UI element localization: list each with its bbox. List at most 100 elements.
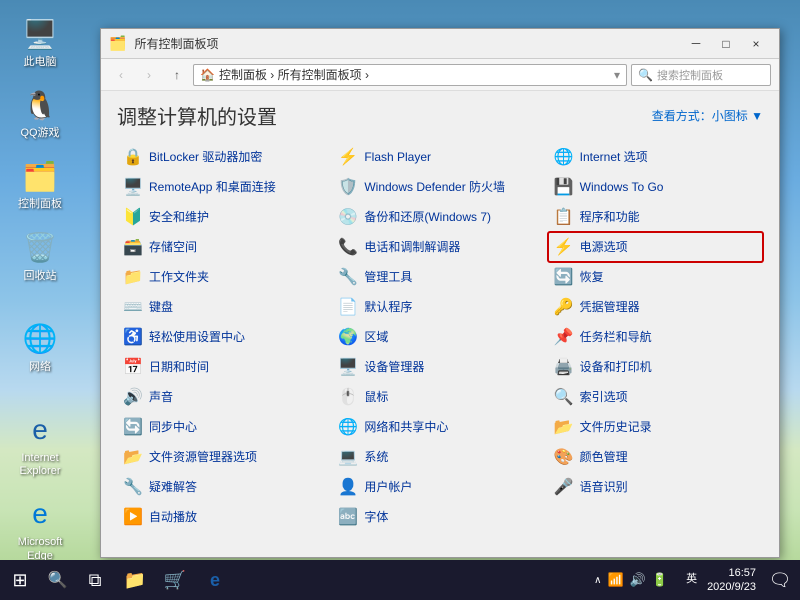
desktop-icon-network[interactable]: 🌐 网络 (4, 315, 76, 378)
cp-item-remoteapp[interactable]: 🖥️RemoteApp 和桌面连接 (117, 172, 332, 202)
computer-icon: 🖥️ (20, 14, 60, 54)
desktop-icon-ie[interactable]: e Internet Explorer (4, 406, 76, 482)
desktop-icon-recycle[interactable]: 🗑️ 回收站 (4, 224, 76, 287)
cp-item-phone[interactable]: 📞电话和调制解调器 (332, 232, 547, 262)
cp-item-bitlocker[interactable]: 🔒BitLocker 驱动器加密 (117, 142, 332, 172)
cp-item-flash[interactable]: ⚡Flash Player (332, 142, 547, 172)
tray-volume-icon[interactable]: 🔊 (630, 572, 646, 588)
store-button[interactable]: 🛒 (155, 560, 195, 600)
cp-item-storage[interactable]: 🗃️存储空间 (117, 232, 332, 262)
cp-item-devices[interactable]: 🖨️设备和打印机 (548, 352, 763, 382)
notification-button[interactable]: 🗨 (768, 560, 792, 600)
phone-icon: 📞 (338, 237, 358, 257)
window-title-text: 所有控制面板项 (134, 35, 677, 52)
tray-network-icon[interactable]: 📶 (608, 572, 624, 588)
workfolder-label: 工作文件夹 (149, 270, 209, 284)
cp-item-indexoptions[interactable]: 🔍索引选项 (548, 382, 763, 412)
ie-taskbar-icon: e (210, 570, 220, 591)
start-button[interactable]: ⊞ (0, 560, 40, 600)
maximize-button[interactable]: □ (711, 34, 741, 54)
cp-item-taskbar[interactable]: 📌任务栏和导航 (548, 322, 763, 352)
cp-item-windowstogo[interactable]: 💾Windows To Go (548, 172, 763, 202)
language-indicator[interactable]: 英 (680, 573, 703, 586)
remoteapp-icon: 🖥️ (123, 177, 143, 197)
synccenter-icon: 🔄 (123, 417, 143, 437)
cp-item-font[interactable]: 🔤字体 (332, 502, 547, 532)
tools-icon: 🔧 (338, 267, 358, 287)
colormgmt-icon: 🎨 (554, 447, 574, 467)
cp-item-mouse[interactable]: 🖱️鼠标 (332, 382, 547, 412)
troubleshoot-icon: 🔧 (123, 477, 143, 497)
tray-expand-icon[interactable]: ∧ (594, 575, 601, 586)
up-button[interactable]: ↑ (165, 63, 189, 87)
tray-battery-icon[interactable]: 🔋 (652, 572, 668, 588)
network-icon: 🌐 (20, 319, 60, 359)
mouse-icon: 🖱️ (338, 387, 358, 407)
cp-item-sound[interactable]: 🔊声音 (117, 382, 332, 412)
cp-item-backup[interactable]: 💿备份和还原(Windows 7) (332, 202, 547, 232)
file-explorer-button[interactable]: 📁 (115, 560, 155, 600)
cp-item-internet[interactable]: 🌐Internet 选项 (548, 142, 763, 172)
desktop-icon-qq[interactable]: 🐧 QQ游戏 (4, 81, 76, 144)
cp-grid: 🔒BitLocker 驱动器加密⚡Flash Player🌐Internet 选… (117, 142, 763, 532)
desktop-icon-area: 🖥️ 此电脑 🐧 QQ游戏 🗂️ 控制面板 🗑️ 回收站 🌐 网络 e Inte… (0, 0, 80, 577)
cp-item-easycenter[interactable]: ♿轻松使用设置中心 (117, 322, 332, 352)
power-icon: ⚡ (554, 237, 574, 257)
workfolder-icon: 📁 (123, 267, 143, 287)
desktop-icon-edge[interactable]: e Microsoft Edge (4, 490, 76, 566)
region-label: 区域 (364, 330, 388, 344)
desktop-icon-controlpanel[interactable]: 🗂️ 控制面板 (4, 152, 76, 215)
windowstogo-icon: 💾 (554, 177, 574, 197)
taskbar-search-button[interactable]: 🔍 (40, 560, 75, 600)
ie-label: Internet Explorer (8, 452, 72, 478)
cp-item-programs[interactable]: 📋程序和功能 (548, 202, 763, 232)
close-button[interactable]: × (741, 34, 771, 54)
notification-icon: 🗨 (769, 570, 792, 591)
cp-item-speech[interactable]: 🎤语音识别 (548, 472, 763, 502)
font-icon: 🔤 (338, 507, 358, 527)
taskbar-label: 任务栏和导航 (580, 330, 652, 344)
taskbar-clock[interactable]: 16:57 2020/9/23 (707, 566, 764, 595)
cp-item-autoplay[interactable]: ▶️自动播放 (117, 502, 332, 532)
network2-label: 网络和共享中心 (364, 420, 448, 434)
desktop-icon-computer[interactable]: 🖥️ 此电脑 (4, 10, 76, 73)
cp-item-troubleshoot[interactable]: 🔧 疑难解答 (117, 472, 332, 502)
cp-item-colormgmt[interactable]: 🎨颜色管理 (548, 442, 763, 472)
cp-item-security[interactable]: 🔰安全和维护 (117, 202, 332, 232)
cp-item-power[interactable]: ⚡电源选项 (548, 232, 763, 262)
cp-item-workfolder[interactable]: 📁 工作文件夹 (117, 262, 332, 292)
cp-item-defaults[interactable]: 📄默认程序 (332, 292, 547, 322)
view-selector[interactable]: 查看方式：小图标 ▼ (652, 107, 763, 124)
devmgr-label: 设备管理器 (364, 360, 424, 374)
cp-item-filehistory[interactable]: 📂文件历史记录 (548, 412, 763, 442)
back-button[interactable]: ‹ (109, 63, 133, 87)
cp-item-tools[interactable]: 🔧管理工具 (332, 262, 547, 292)
cp-item-credentials[interactable]: 🔑凭据管理器 (548, 292, 763, 322)
ie-taskbar-button[interactable]: e (195, 560, 235, 600)
devmgr-icon: 🖥️ (338, 357, 358, 377)
search-box[interactable]: 🔍 搜索控制面板 (631, 64, 771, 86)
cp-item-synccenter[interactable]: 🔄同步中心 (117, 412, 332, 442)
devices-label: 设备和打印机 (580, 360, 652, 374)
cp-item-recover[interactable]: 🔄恢复 (548, 262, 763, 292)
backup-label: 备份和还原(Windows 7) (364, 210, 491, 224)
cp-item-useraccount[interactable]: 👤用户帐户 (332, 472, 547, 502)
cp-item-devmgr[interactable]: 🖥️ 设备管理器 (332, 352, 547, 382)
cp-item-system[interactable]: 💻系统 (332, 442, 547, 472)
control-panel-window: 🗂️ 所有控制面板项 － □ × ‹ › ↑ 🏠 控制面板 › 所有控制面板项 … (100, 28, 780, 558)
task-view-icon: ⧉ (89, 570, 102, 591)
cp-item-region[interactable]: 🌍区域 (332, 322, 547, 352)
window-titlebar: 🗂️ 所有控制面板项 － □ × (101, 29, 779, 59)
cp-item-filemanager[interactable]: 📂文件资源管理器选项 (117, 442, 332, 472)
cp-item-datetime[interactable]: 📅日期和时间 (117, 352, 332, 382)
cp-item-keyboard[interactable]: ⌨️键盘 (117, 292, 332, 322)
address-path[interactable]: 🏠 控制面板 › 所有控制面板项 › ▾ (193, 64, 627, 86)
task-view-button[interactable]: ⧉ (75, 560, 115, 600)
troubleshoot-label: 疑难解答 (149, 480, 197, 494)
indexoptions-label: 索引选项 (580, 390, 628, 404)
forward-button[interactable]: › (137, 63, 161, 87)
cp-item-network2[interactable]: 🌐网络和共享中心 (332, 412, 547, 442)
cp-item-defender[interactable]: 🛡️Windows Defender 防火墙 (332, 172, 547, 202)
minimize-button[interactable]: － (681, 34, 711, 54)
security-label: 安全和维护 (149, 210, 209, 224)
